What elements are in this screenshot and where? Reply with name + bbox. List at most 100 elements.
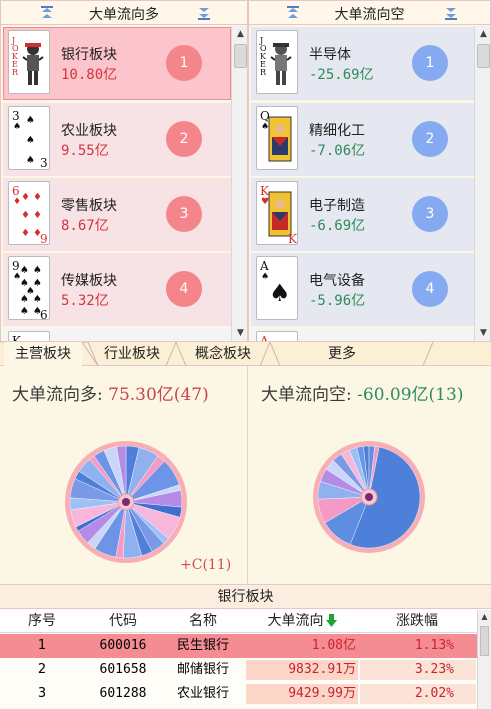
list-item[interactable]: JOKER 银行板块 10.80亿 1 xyxy=(3,27,231,100)
col-flow[interactable]: 大单流向 xyxy=(244,610,358,633)
tab-more[interactable]: 更多 xyxy=(300,342,384,366)
scroll-up-icon[interactable]: ▲ xyxy=(478,610,491,624)
sector-name: 传媒板块 xyxy=(61,273,117,289)
row-flow: 9832.91万 xyxy=(288,662,356,677)
short-summary-label: 大单流向空: xyxy=(261,385,352,405)
row-code: 601658 xyxy=(99,662,147,677)
list-item[interactable]: 6 ♦ ♦ ♦ ♦ ♦ ♦ ♦ 9 零售板块 8.67亿 3 xyxy=(3,178,231,251)
row-name: 农业银行 xyxy=(176,686,229,701)
table-scrollbar[interactable]: ▲ xyxy=(477,610,491,709)
scroll-up-icon[interactable]: ▲ xyxy=(232,26,247,42)
svg-text:♠: ♠ xyxy=(20,306,29,317)
col-code[interactable]: 代码 xyxy=(84,610,162,633)
tab-concept-sector[interactable]: 概念板块 xyxy=(184,342,262,366)
scroll-down-icon[interactable]: ▼ xyxy=(232,325,247,341)
list-item[interactable]: K ♥ K 电子制造 -6.69亿 3 xyxy=(251,178,474,251)
svg-text:♦: ♦ xyxy=(33,210,42,221)
scroll-thumb[interactable] xyxy=(480,626,489,656)
long-summary-title: 大单流向多: 75.30亿(47) xyxy=(12,380,209,405)
nine-of-spades-card-icon: 9 ♠ ♠ ♠ ♠ ♠ ♠ ♠ ♠ ♠ ♠ 6 xyxy=(8,256,50,320)
short-flow-pie[interactable] xyxy=(310,438,428,556)
sector-flow-value: 5.32亿 xyxy=(61,293,109,309)
long-summary-value: 75.30亿(47) xyxy=(108,385,209,405)
col-index[interactable]: 序号 xyxy=(0,610,84,633)
svg-text:3: 3 xyxy=(12,109,20,123)
list-item[interactable]: 9 ♠ ♠ ♠ ♠ ♠ ♠ ♠ ♠ ♠ ♠ 6 传媒板块 5.32亿 4 xyxy=(3,253,231,326)
rank-badge: 4 xyxy=(412,271,448,307)
sector-flow-value: 10.80亿 xyxy=(61,67,118,83)
expand-down-icon[interactable] xyxy=(196,5,212,21)
long-flow-scrollbar[interactable]: ▲ ▼ xyxy=(231,26,247,341)
svg-text:♠: ♠ xyxy=(26,135,35,146)
svg-text:R: R xyxy=(12,68,19,77)
table-row[interactable]: 3 601288 农业银行 9429.99万 2.02% xyxy=(0,682,477,706)
ace-card-icon: A xyxy=(256,331,298,341)
col-flow-label: 大单流向 xyxy=(267,613,324,629)
row-index: 3 xyxy=(37,686,47,701)
rank-badge: 3 xyxy=(166,196,202,232)
sector-name: 半导体 xyxy=(309,47,351,63)
short-flow-scrollbar[interactable]: ▲ ▼ xyxy=(474,26,490,341)
more-count: +C(11) xyxy=(180,557,232,573)
tab-industry-sector[interactable]: 行业板块 xyxy=(96,342,168,366)
scroll-thumb[interactable] xyxy=(477,44,490,68)
table-row[interactable]: 2 601658 邮储银行 9832.91万 3.23% xyxy=(0,658,477,682)
sector-stock-table: 银行板块 序号 代码 名称 大单流向 涨跌幅 1 600016 民生银行 1.0… xyxy=(0,585,491,709)
short-summary-title: 大单流向空: -60.09亿(13) xyxy=(261,380,463,405)
list-item[interactable]: 3 ♠ ♠ ♠ ♠ 3 农业板块 9.55亿 2 xyxy=(3,103,231,176)
sector-tabs: 主营板块 行业板块 概念板块 更多 xyxy=(0,342,491,366)
scroll-up-icon[interactable]: ▲ xyxy=(475,26,490,42)
row-name: 邮储银行 xyxy=(176,662,229,677)
svg-text:♦: ♦ xyxy=(33,192,42,203)
sector-flow-value: -7.06亿 xyxy=(309,143,366,159)
card-rank: A xyxy=(259,334,269,341)
long-flow-pie[interactable] xyxy=(62,438,190,566)
sector-name: 农业板块 xyxy=(61,123,117,139)
col-name[interactable]: 名称 xyxy=(162,610,244,633)
sector-name: 电气设备 xyxy=(309,273,365,289)
svg-text:♦: ♦ xyxy=(21,228,30,239)
row-change: 2.02% xyxy=(414,686,454,701)
svg-text:♦: ♦ xyxy=(21,210,30,221)
list-item[interactable]: K xyxy=(3,328,231,341)
list-item[interactable]: A xyxy=(251,328,474,341)
rank-badge: 2 xyxy=(166,121,202,157)
svg-text:♠: ♠ xyxy=(13,122,21,132)
svg-text:6: 6 xyxy=(40,308,48,320)
sector-flow-value: -6.69亿 xyxy=(309,218,366,234)
long-flow-header: 大单流向多 xyxy=(1,1,247,25)
long-flow-list: JOKER 银行板块 10.80亿 1 3 ♠ ♠ ♠ ♠ 3 农业板块 9.55亿 2 … xyxy=(1,26,231,341)
list-item[interactable]: A ♠ ♠ 电气设备 -5.96亿 4 xyxy=(251,253,474,326)
sector-name: 零售板块 xyxy=(61,198,117,214)
list-item[interactable]: Q ♠ 精细化工 -7.06亿 2 xyxy=(251,103,474,176)
svg-text:♥: ♥ xyxy=(261,197,269,207)
three-of-spades-card-icon: 3 ♠ ♠ ♠ ♠ 3 xyxy=(8,106,50,170)
sector-name: 银行板块 xyxy=(61,47,117,63)
sector-flow-value: -5.96亿 xyxy=(309,293,366,309)
svg-text:♠: ♠ xyxy=(269,279,291,307)
scroll-thumb[interactable] xyxy=(234,44,247,68)
row-change: 3.23% xyxy=(414,662,454,677)
rank-badge: 1 xyxy=(412,45,448,81)
rank-badge: 1 xyxy=(166,45,202,81)
col-change[interactable]: 涨跌幅 xyxy=(358,610,476,633)
rank-badge: 2 xyxy=(412,121,448,157)
rank-badge: 4 xyxy=(166,271,202,307)
tab-main-sector[interactable]: 主营板块 xyxy=(4,342,82,366)
row-code: 600016 xyxy=(99,638,147,653)
card-rank: K xyxy=(12,334,22,341)
six-of-diamonds-card-icon: 6 ♦ ♦ ♦ ♦ ♦ ♦ ♦ 9 xyxy=(8,181,50,245)
expand-down-icon[interactable] xyxy=(443,5,459,21)
scroll-down-icon[interactable]: ▼ xyxy=(475,325,490,341)
summary-divider xyxy=(247,366,248,585)
svg-text:A: A xyxy=(259,259,269,273)
list-item[interactable]: JOKER 半导体 -25.69亿 1 xyxy=(251,27,474,100)
table-row[interactable]: 1 600016 民生银行 1.08亿 1.13% xyxy=(0,634,477,658)
row-index: 2 xyxy=(37,662,47,677)
sector-flow-value: 8.67亿 xyxy=(61,218,109,234)
sector-money-flow-app: 大单流向多 JOKER 银行板块 10.80亿 1 3 ♠ ♠ ♠ ♠ 3 农业板块 9.… xyxy=(0,0,491,709)
row-change: 1.13% xyxy=(414,638,454,653)
row-name: 民生银行 xyxy=(176,638,229,653)
svg-text:♠: ♠ xyxy=(33,294,42,305)
short-flow-panel: 大单流向空 JOKER 半导体 -25.69亿 1 Q ♠ 精细化工 -7.06亿… xyxy=(248,0,491,342)
